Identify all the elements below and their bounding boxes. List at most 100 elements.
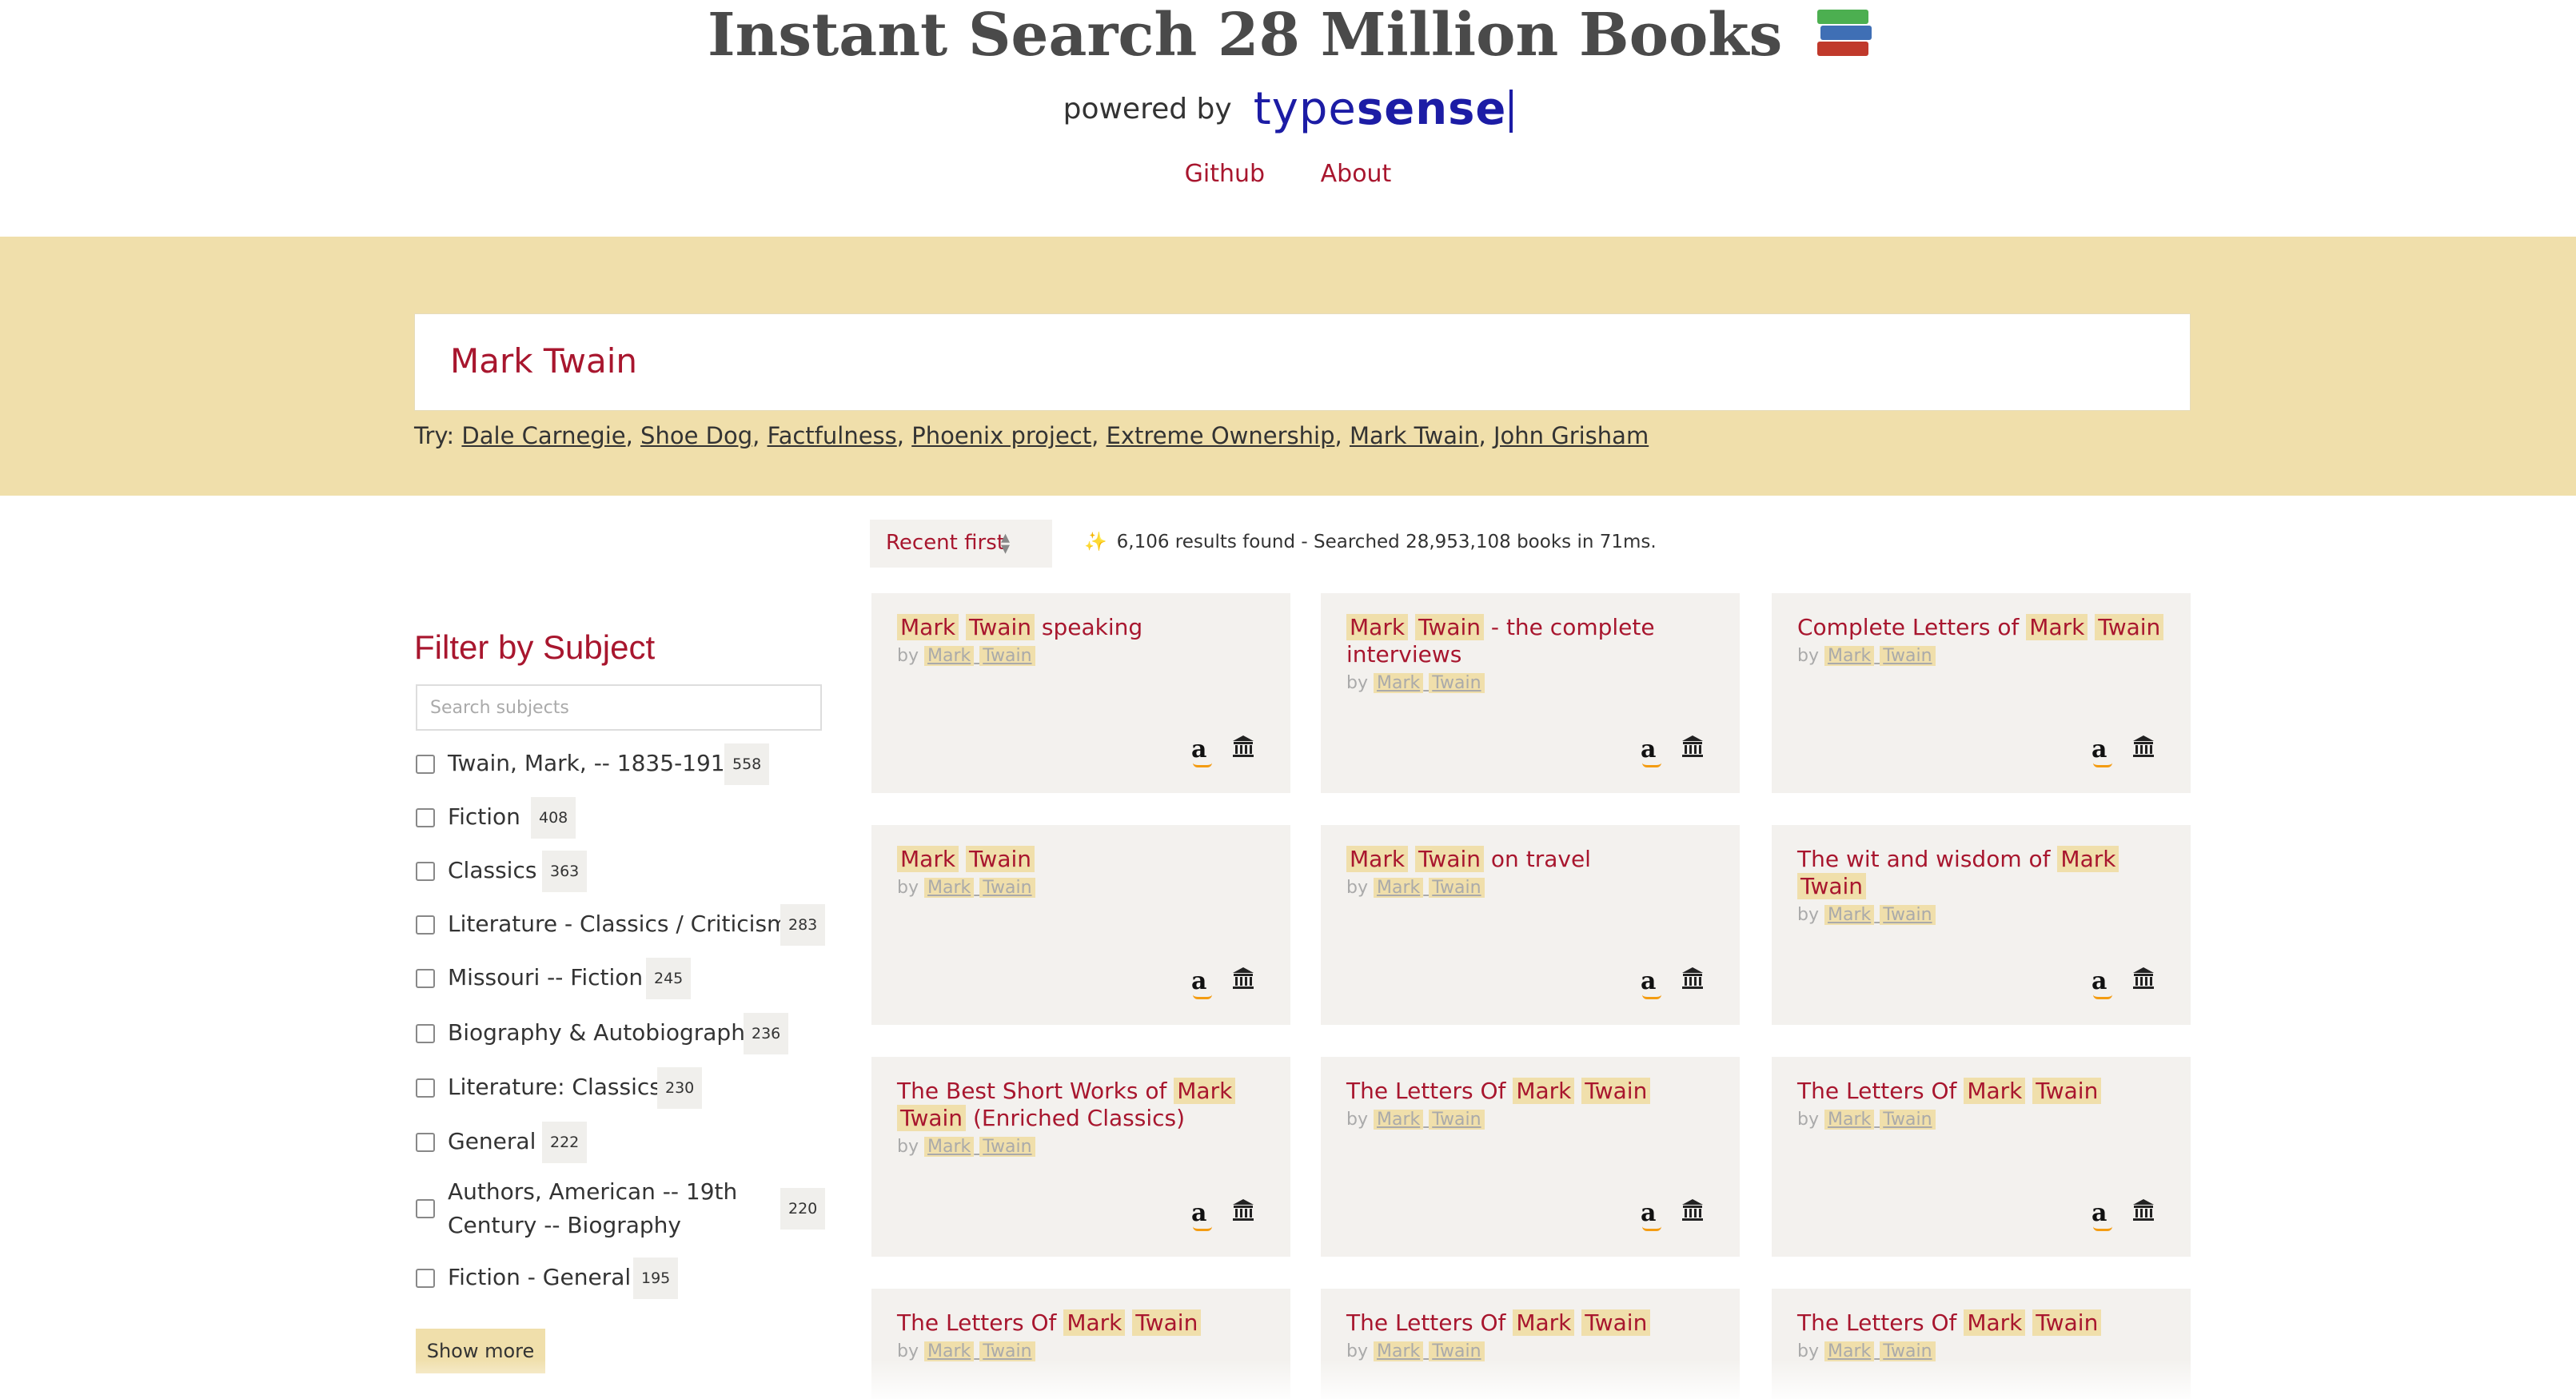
book-title[interactable]: Mark Twain - the complete interviews bbox=[1346, 614, 1721, 668]
facet-checkbox[interactable] bbox=[416, 755, 435, 774]
library-icon[interactable] bbox=[1231, 734, 1255, 758]
try-suggestion-link[interactable]: Dale Carnegie bbox=[461, 422, 625, 449]
facet-item[interactable]: Authors, American -- 19th Century -- Bio… bbox=[414, 1175, 830, 1242]
book-card[interactable]: Complete Letters of Mark Twain by Mark Tw… bbox=[1772, 593, 2191, 793]
book-author: by Mark Twain bbox=[1797, 1110, 1936, 1130]
facet-item[interactable]: Twain, Mark, -- 1835-1910. 558 bbox=[414, 743, 830, 785]
facet-checkbox[interactable] bbox=[416, 1024, 435, 1043]
amazon-icon[interactable]: a bbox=[2092, 735, 2112, 767]
facet-item[interactable]: Fiction - General 195 bbox=[414, 1258, 830, 1299]
typesense-logo[interactable]: typesense bbox=[1254, 83, 1513, 135]
facet-checkbox[interactable] bbox=[416, 1133, 435, 1152]
sort-select[interactable]: Recent first ▴ ▾ bbox=[870, 520, 1052, 568]
facet-item[interactable]: Biography & Autobiography 236 bbox=[414, 1013, 830, 1054]
try-suggestion-link[interactable]: John Grisham bbox=[1493, 422, 1649, 449]
search-query: Mark Twain bbox=[450, 341, 637, 381]
book-title[interactable]: The Letters Of Mark Twain bbox=[1797, 1309, 2171, 1337]
book-card[interactable]: The Letters Of Mark Twain by Mark Twain a bbox=[1321, 1057, 1740, 1257]
highlight-term: Mark bbox=[923, 646, 975, 666]
github-link[interactable]: Github bbox=[1185, 160, 1265, 188]
book-title[interactable]: The wit and wisdom of Mark Twain bbox=[1797, 846, 2171, 900]
highlight-term: Twain bbox=[1880, 905, 1936, 925]
amazon-icon[interactable]: a bbox=[1641, 967, 1661, 999]
book-card[interactable]: Mark Twain speaking by Mark Twain a bbox=[871, 593, 1290, 793]
facet-label: Twain, Mark, -- 1835-1910. bbox=[448, 750, 747, 776]
highlight-term: Twain bbox=[1797, 873, 1867, 899]
try-label: Try: bbox=[414, 422, 455, 449]
facet-item[interactable]: Literature - Classics / Criticism 283 bbox=[414, 904, 830, 946]
facet-checkbox[interactable] bbox=[416, 915, 435, 935]
about-link[interactable]: About bbox=[1321, 160, 1392, 188]
book-title[interactable]: The Letters Of Mark Twain bbox=[897, 1309, 1271, 1337]
amazon-icon[interactable]: a bbox=[1191, 967, 1212, 999]
facet-label: Literature - Classics / Criticism bbox=[448, 911, 789, 937]
author-link[interactable]: Mark Twain bbox=[923, 646, 1035, 666]
book-title[interactable]: Mark Twain bbox=[897, 846, 1271, 873]
amazon-icon[interactable]: a bbox=[2092, 1199, 2112, 1231]
book-title[interactable]: Mark Twain speaking bbox=[897, 614, 1271, 641]
library-icon[interactable] bbox=[1231, 1198, 1255, 1222]
library-icon[interactable] bbox=[2131, 1198, 2155, 1222]
subject-search-input[interactable] bbox=[416, 684, 822, 731]
try-suggestion-link[interactable]: Phoenix project bbox=[911, 422, 1091, 449]
author-link[interactable]: Mark Twain bbox=[923, 878, 1035, 898]
facet-item[interactable]: General 222 bbox=[414, 1122, 830, 1163]
book-card[interactable]: The Best Short Works of Mark Twain (Enri… bbox=[871, 1057, 1290, 1257]
top-nav: Github About bbox=[0, 160, 2576, 188]
book-card[interactable]: Mark Twain by Mark Twain a bbox=[871, 825, 1290, 1025]
library-icon[interactable] bbox=[1681, 1198, 1705, 1222]
author-link[interactable]: Mark Twain bbox=[1824, 646, 1936, 666]
facet-count: 283 bbox=[780, 904, 826, 946]
book-card[interactable]: The Letters Of Mark Twain by Mark Twain a bbox=[1772, 1057, 2191, 1257]
author-link[interactable]: Mark Twain bbox=[1373, 673, 1485, 693]
try-suggestion-link[interactable]: Factfulness bbox=[768, 422, 897, 449]
library-icon[interactable] bbox=[2131, 734, 2155, 758]
highlight-term: Mark bbox=[923, 1137, 975, 1157]
library-icon[interactable] bbox=[1681, 966, 1705, 990]
book-title[interactable]: The Best Short Works of Mark Twain (Enri… bbox=[897, 1078, 1271, 1132]
author-link[interactable]: Mark Twain bbox=[1824, 905, 1936, 925]
amazon-icon[interactable]: a bbox=[2092, 967, 2112, 999]
site-header: Instant Search 28 Million Books powered … bbox=[0, 0, 2576, 237]
facet-checkbox[interactable] bbox=[416, 862, 435, 881]
author-link[interactable]: Mark Twain bbox=[1824, 1110, 1936, 1130]
amazon-icon[interactable]: a bbox=[1641, 1199, 1661, 1231]
book-title[interactable]: Complete Letters of Mark Twain bbox=[1797, 614, 2171, 641]
facet-checkbox[interactable] bbox=[416, 1199, 435, 1218]
book-title[interactable]: The Letters Of Mark Twain bbox=[1797, 1078, 2171, 1105]
amazon-icon[interactable]: a bbox=[1641, 735, 1661, 767]
facet-checkbox[interactable] bbox=[416, 808, 435, 827]
book-title[interactable]: The Letters Of Mark Twain bbox=[1346, 1078, 1721, 1105]
facet-checkbox[interactable] bbox=[416, 969, 435, 988]
amazon-icon[interactable]: a bbox=[1191, 735, 1212, 767]
book-card[interactable]: Mark Twain on travel by Mark Twain a bbox=[1321, 825, 1740, 1025]
book-title[interactable]: The Letters Of Mark Twain bbox=[1346, 1309, 1721, 1337]
book-card[interactable]: The wit and wisdom of Mark Twain by Mark … bbox=[1772, 825, 2191, 1025]
search-input[interactable]: Mark Twain bbox=[414, 313, 2191, 411]
logo-bold: sense bbox=[1356, 82, 1507, 135]
facet-checkbox[interactable] bbox=[416, 1078, 435, 1098]
try-suggestion-link[interactable]: Mark Twain bbox=[1350, 422, 1479, 449]
library-icon[interactable] bbox=[1231, 966, 1255, 990]
facet-item[interactable]: Fiction 408 bbox=[414, 797, 830, 839]
author-link[interactable]: Mark Twain bbox=[923, 1137, 1035, 1157]
author-link[interactable]: Mark Twain bbox=[1373, 1110, 1485, 1130]
book-title[interactable]: Mark Twain on travel bbox=[1346, 846, 1721, 873]
author-link[interactable]: Mark Twain bbox=[1373, 878, 1485, 898]
amazon-smile bbox=[1193, 1226, 1212, 1231]
highlight-term: Mark bbox=[1174, 1078, 1236, 1104]
facet-label: Fiction bbox=[448, 803, 520, 830]
facet-label: Literature: Classics bbox=[448, 1074, 661, 1100]
facet-checkbox[interactable] bbox=[416, 1269, 435, 1288]
try-suggestion-link[interactable]: Shoe Dog bbox=[640, 422, 752, 449]
library-icon[interactable] bbox=[1681, 734, 1705, 758]
try-suggestion-link[interactable]: Extreme Ownership bbox=[1107, 422, 1335, 449]
library-icon[interactable] bbox=[2131, 966, 2155, 990]
amazon-icon[interactable]: a bbox=[1191, 1199, 1212, 1231]
highlight-term: Mark bbox=[897, 846, 959, 872]
page-title: Instant Search 28 Million Books bbox=[0, 0, 2576, 70]
facet-item[interactable]: Literature: Classics 230 bbox=[414, 1067, 830, 1109]
facet-item[interactable]: Classics 363 bbox=[414, 851, 830, 892]
facet-item[interactable]: Missouri -- Fiction 245 bbox=[414, 958, 830, 999]
book-card[interactable]: Mark Twain - the complete interviews by M… bbox=[1321, 593, 1740, 793]
